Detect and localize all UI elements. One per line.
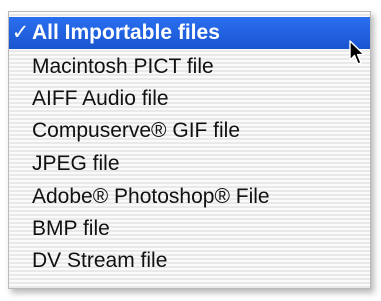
menu-item-label: DV Stream file <box>32 249 168 272</box>
menu-item-dv-stream-file[interactable]: DV Stream file <box>9 245 370 277</box>
menu-item-label: All Importable files <box>32 21 220 44</box>
menu-item-label: Compuserve® GIF file <box>32 119 241 142</box>
menu-item-aiff-audio-file[interactable]: AIFF Audio file <box>9 83 370 115</box>
checkmark-icon: ✓ <box>11 21 30 44</box>
arrow-cursor-icon <box>349 40 365 65</box>
menu-item-jpeg-file[interactable]: JPEG file <box>9 148 370 180</box>
screen: ✓ All Importable files Macintosh PICT fil… <box>0 0 381 301</box>
file-type-popup-menu[interactable]: ✓ All Importable files Macintosh PICT fil… <box>8 11 371 289</box>
menu-item-macintosh-pict-file[interactable]: Macintosh PICT file <box>9 51 370 83</box>
menu-item-all-importable-files[interactable]: ✓ All Importable files <box>9 17 370 49</box>
menu-item-label: Macintosh PICT file <box>32 55 214 78</box>
menu-item-bmp-file[interactable]: BMP file <box>9 213 370 245</box>
menu-item-label: BMP file <box>32 217 110 240</box>
menu-item-label: JPEG file <box>32 152 120 175</box>
menu-item-adobe-photoshop-file[interactable]: Adobe® Photoshop® File <box>9 181 370 213</box>
menu-item-compuserve-gif-file[interactable]: Compuserve® GIF file <box>9 115 370 147</box>
menu-item-label: AIFF Audio file <box>32 87 169 110</box>
menu-item-label: Adobe® Photoshop® File <box>32 185 270 208</box>
